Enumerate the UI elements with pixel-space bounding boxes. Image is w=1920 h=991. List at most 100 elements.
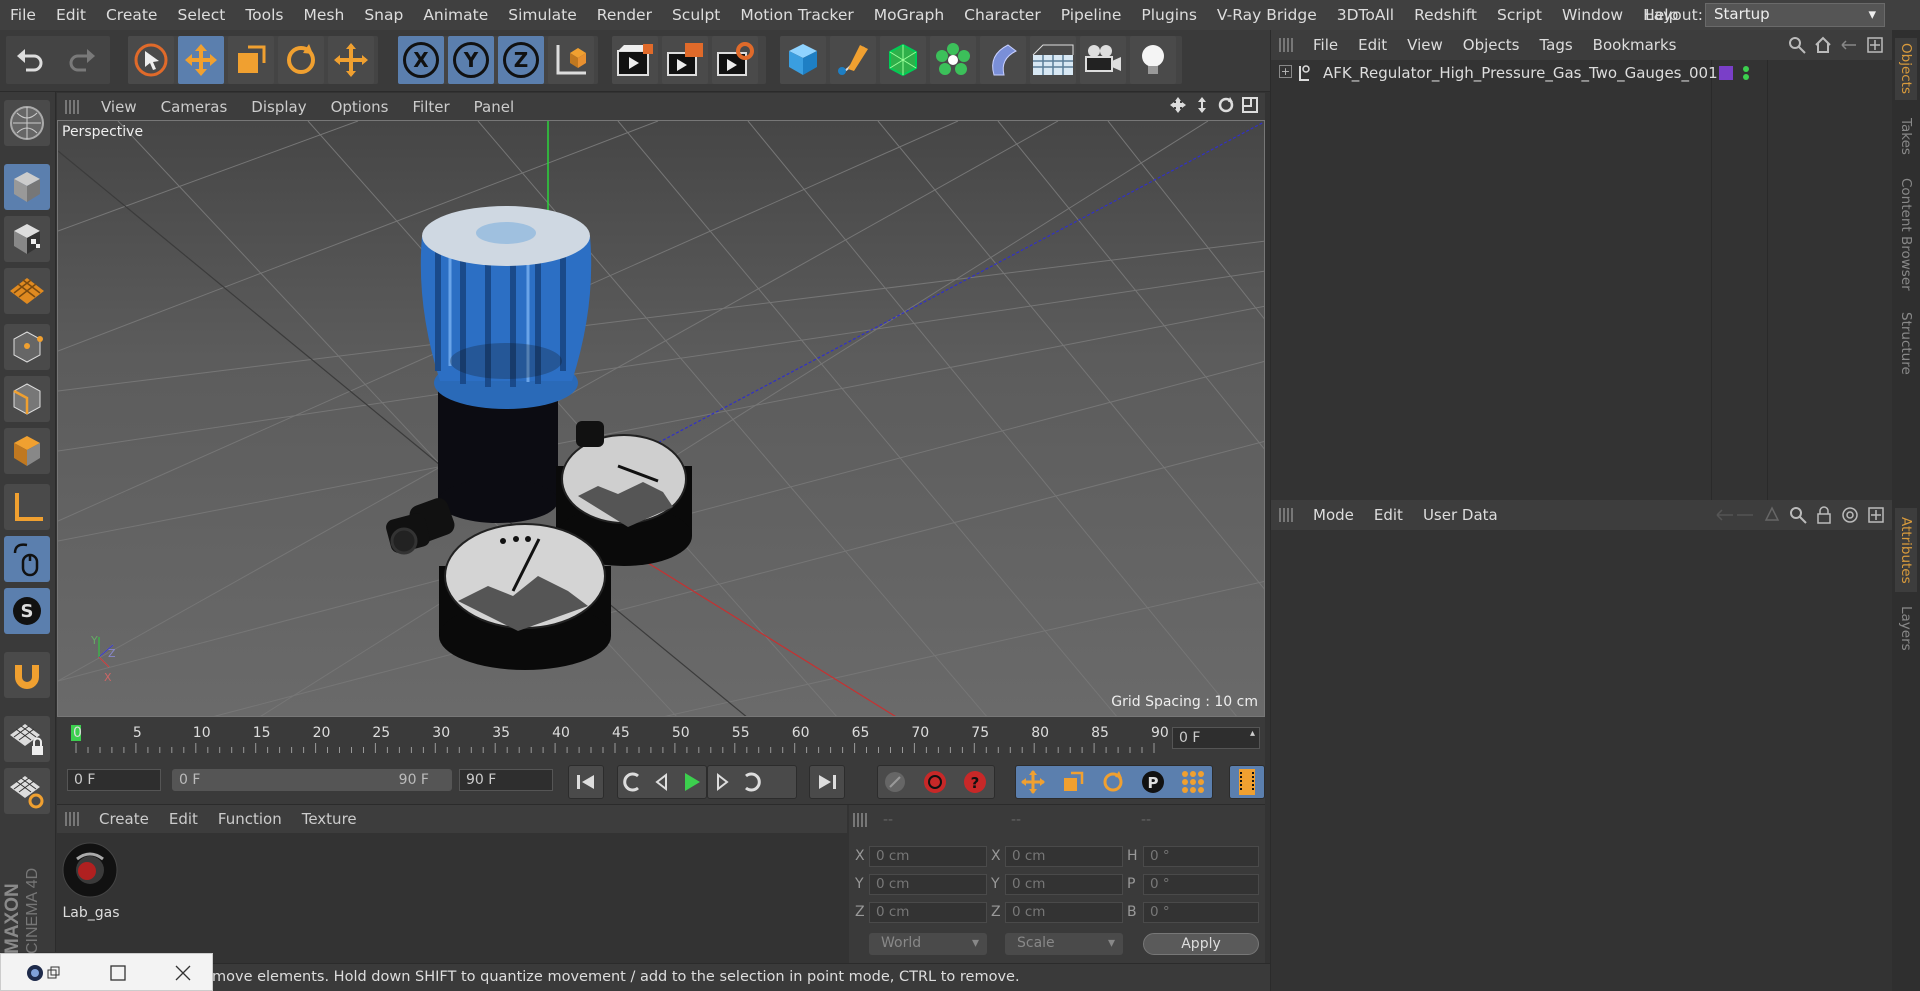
viewport-menu-panel[interactable]: Panel [462,98,526,116]
target-icon[interactable] [1841,506,1859,524]
size-z-field[interactable]: 0 cm [1005,902,1123,923]
render-settings-button[interactable] [712,36,758,84]
material-menu-create[interactable]: Create [89,810,159,828]
perspective-viewport[interactable]: Perspective Y Z X Grid Spacing : 10 cm [57,120,1265,717]
menu-motion-tracker[interactable]: Motion Tracker [730,6,863,24]
texture-mode-button[interactable] [4,216,50,262]
axis-y-button[interactable]: Y [448,36,494,84]
tab-takes[interactable]: Takes [1895,112,1917,160]
app-taskbar-icon[interactable] [25,963,45,983]
up-arrow-icon[interactable] [1763,506,1781,524]
maximize-window-icon[interactable] [110,965,126,981]
material-menu-texture[interactable]: Texture [292,810,367,828]
objects-menu-view[interactable]: View [1397,36,1453,54]
edges-mode-button[interactable] [4,376,50,422]
objects-menu-edit[interactable]: Edit [1348,36,1397,54]
next-key-button[interactable] [737,765,767,799]
autokey-button[interactable] [917,765,953,799]
coord-panel-handle-icon[interactable] [853,813,867,827]
apply-button[interactable]: Apply [1143,933,1259,955]
viewport-maximize-icon[interactable] [1241,96,1259,114]
menu-create[interactable]: Create [96,6,168,24]
frame-range-slider[interactable]: 0 F 90 F [172,769,452,791]
menu-render[interactable]: Render [587,6,662,24]
keyframe-selection-button[interactable]: ? [957,765,993,799]
viewport-zoom-icon[interactable] [1193,96,1211,114]
rot-p-field[interactable]: 0 ° [1143,874,1259,895]
render-view-button[interactable] [612,36,658,84]
viewport-menu-view[interactable]: View [89,98,149,116]
objects-menu-objects[interactable]: Objects [1453,36,1530,54]
menu-mesh[interactable]: Mesh [294,6,355,24]
key-point-level-button[interactable] [1175,765,1211,799]
tab-content-browser[interactable]: Content Browser [1895,170,1917,298]
viewport-menu-filter[interactable]: Filter [400,98,461,116]
attributes-menu-edit[interactable]: Edit [1364,506,1413,524]
coordinate-mode-select[interactable]: World ▾ [869,933,987,955]
menu-plugins[interactable]: Plugins [1131,6,1207,24]
tab-attributes[interactable]: Attributes [1895,508,1917,592]
viewport-menu-cameras[interactable]: Cameras [149,98,240,116]
attributes-menu-mode[interactable]: Mode [1303,506,1364,524]
size-y-field[interactable]: 0 cm [1005,874,1123,895]
material-panel-handle-icon[interactable] [65,812,79,826]
rot-h-field[interactable]: 0 ° [1143,846,1259,867]
objects-menu-bookmarks[interactable]: Bookmarks [1583,36,1687,54]
previous-frame-button[interactable] [647,765,677,799]
menu-mograph[interactable]: MoGraph [864,6,954,24]
viewport-menu-options[interactable]: Options [319,98,401,116]
axis-z-button[interactable]: Z [498,36,544,84]
points-mode-button[interactable] [4,324,50,370]
viewport-rotate-icon[interactable] [1217,96,1235,114]
attributes-panel-handle-icon[interactable] [1279,508,1293,522]
solo-mode-button[interactable]: S [4,588,50,634]
menu-snap[interactable]: Snap [354,6,413,24]
light-button[interactable] [1130,36,1176,84]
go-to-start-button[interactable] [568,765,604,799]
expand-toggle-icon[interactable]: + [1279,65,1292,78]
pos-x-field[interactable]: 0 cm [869,846,987,867]
menu-3dtoall[interactable]: 3DToAll [1327,6,1404,24]
home-icon[interactable] [1814,36,1832,54]
visibility-dots-icon[interactable] [1741,64,1751,82]
end-frame-field[interactable]: 90 F [459,769,553,791]
next-frame-button[interactable] [707,765,737,799]
material-menu-edit[interactable]: Edit [159,810,208,828]
tab-layers[interactable]: Layers [1895,602,1917,654]
transform-tool-button[interactable] [328,36,374,84]
material-menu-function[interactable]: Function [208,810,292,828]
object-name[interactable]: AFK_Regulator_High_Pressure_Gas_Two_Gaug… [1323,64,1718,82]
menu-character[interactable]: Character [954,6,1051,24]
snap-button[interactable] [4,652,50,698]
search-icon[interactable] [1788,36,1806,54]
redo-icon[interactable] [66,44,98,80]
size-x-field[interactable]: 0 cm [1005,846,1123,867]
objects-menu-file[interactable]: File [1303,36,1348,54]
menu-edit[interactable]: Edit [46,6,96,24]
menu-simulate[interactable]: Simulate [498,6,587,24]
cube-object-button[interactable] [780,36,826,84]
restore-window-icon[interactable] [47,966,61,980]
undo-icon[interactable] [14,44,46,80]
polygons-mode-button[interactable] [4,428,50,474]
close-window-icon[interactable] [175,965,191,981]
enable-axis-button[interactable] [4,484,50,530]
pos-y-field[interactable]: 0 cm [869,874,987,895]
rot-b-field[interactable]: 0 ° [1143,902,1259,923]
model-mode-button[interactable] [4,164,50,210]
cloner-button[interactable] [930,36,976,84]
objects-menu-tags[interactable]: Tags [1529,36,1582,54]
object-row[interactable]: + AFK_Regulator_High_Pressure_Gas_Two_Ga… [1271,60,1893,86]
tab-structure[interactable]: Structure [1895,308,1917,378]
deformer-button[interactable] [980,36,1026,84]
new-panel-icon[interactable] [1866,36,1884,54]
panel-handle-icon[interactable] [65,99,79,114]
play-button[interactable] [677,765,707,799]
material-swatch[interactable]: Lab_gas [61,841,121,927]
menu-script[interactable]: Script [1487,6,1552,24]
layer-color-swatch[interactable] [1719,66,1733,80]
tab-objects[interactable]: Objects [1895,38,1917,100]
attributes-menu-user-data[interactable]: User Data [1413,506,1508,524]
menu-redshift[interactable]: Redshift [1404,6,1487,24]
current-frame-field[interactable]: 0 F ▴ [1172,727,1260,749]
